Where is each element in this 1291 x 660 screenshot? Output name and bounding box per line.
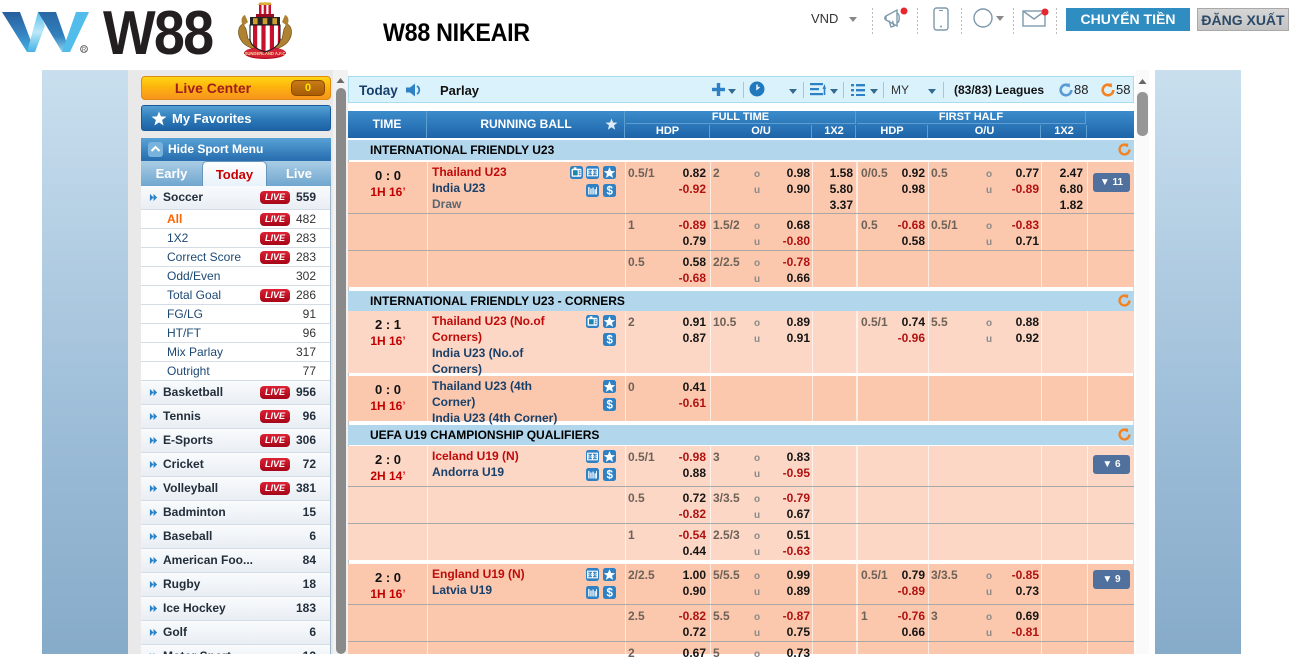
svg-text:R: R [82, 48, 87, 54]
